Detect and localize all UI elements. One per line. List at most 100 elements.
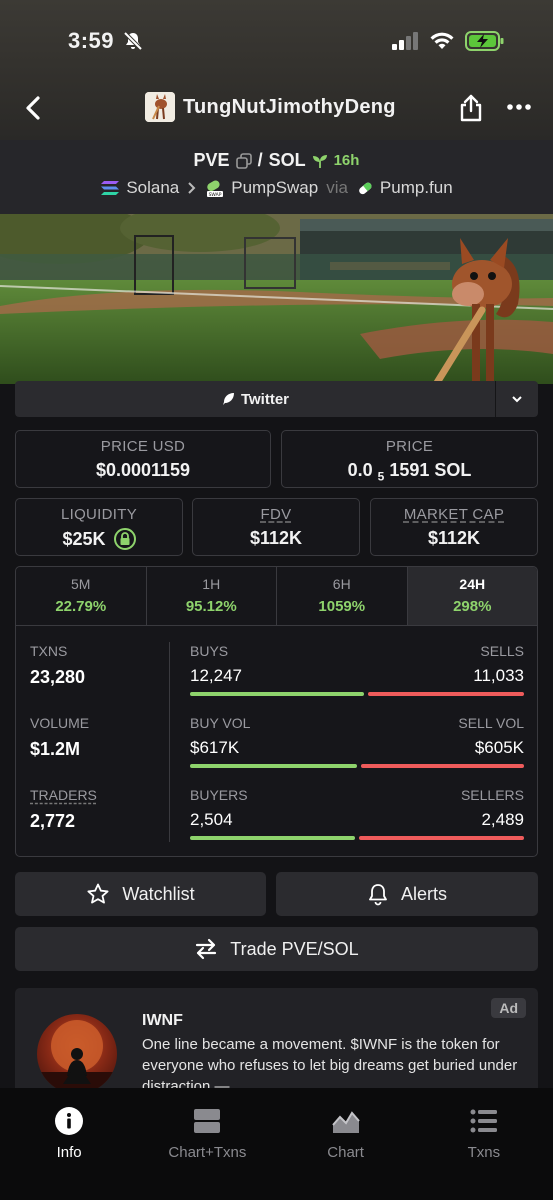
seedling-icon (312, 154, 327, 168)
baseball-field-squirrel-image (0, 214, 553, 384)
alerts-label: Alerts (400, 883, 447, 904)
battery-charging-icon (465, 31, 504, 51)
sell-vol-bar (361, 764, 524, 768)
pumpswap-icon[interactable]: SWAP (205, 178, 225, 198)
volume-stat: VOLUME $1.2M (30, 715, 89, 760)
tab-6h[interactable]: 6H 1059% (277, 567, 408, 625)
price-native-label: PRICE (385, 438, 434, 455)
base-symbol: PVE (193, 150, 230, 170)
dex-name[interactable]: PumpSwap (231, 178, 318, 198)
status-indicators (391, 30, 505, 52)
price-native-zeros: 5 (377, 469, 385, 484)
tab-5m[interactable]: 5M 22.79% (16, 567, 147, 625)
pair-separator: / (257, 150, 263, 170)
more-options-icon[interactable] (506, 97, 532, 117)
share-icon[interactable] (458, 94, 484, 122)
market-cap-value: $112K (427, 528, 481, 548)
moon-silhouette-image (37, 1020, 117, 1094)
period-name: 24H (459, 576, 486, 592)
launchpad-name[interactable]: Pump.fun (380, 178, 453, 198)
market-cap-card: MARKET CAP $112K (370, 498, 538, 556)
period-change: 95.12% (185, 598, 237, 615)
liquidity-value: $25K (62, 528, 106, 549)
period-change: 22.79% (55, 598, 107, 615)
buys-sells-bar (190, 692, 524, 696)
signal-icon (392, 32, 418, 50)
buyers-label: BUYERS (190, 787, 248, 803)
bell-muted-icon (123, 31, 143, 51)
stats-divider (169, 642, 170, 842)
sellers-label: SELLERS (460, 787, 524, 803)
chevron-down-icon (512, 396, 522, 403)
pair-age: 16h (333, 152, 360, 169)
txns-value: 23,280 (30, 667, 86, 687)
nav-txns[interactable]: Txns (415, 1088, 553, 1200)
chain-name[interactable]: Solana (126, 178, 179, 198)
nav-chart-txns-label: Chart+Txns (168, 1144, 247, 1161)
buys-label: BUYS (190, 643, 229, 659)
traders-value: 2,772 (30, 811, 76, 831)
ad-badge: Ad (491, 998, 526, 1018)
bottom-navigation: Info Chart+Txns Chart Txns (0, 1088, 553, 1200)
token-header: TungNutJimothyDeng (145, 92, 396, 122)
buy-sell-volume-split: BUY VOL SELL VOL $617K $605K (190, 715, 524, 768)
back-chevron-icon[interactable] (20, 94, 48, 122)
fdv-card: FDV $112K (192, 498, 360, 556)
token-name: TungNutJimothyDeng (183, 95, 396, 118)
nav-chart-txns[interactable]: Chart+Txns (138, 1088, 276, 1200)
sell-vol-label: SELL VOL (458, 715, 524, 731)
nav-chart-label: Chart (327, 1144, 364, 1161)
sells-label: SELLS (480, 643, 524, 659)
period-name: 5M (71, 576, 91, 592)
svg-text:SWAP: SWAP (209, 192, 222, 198)
volume-label: VOLUME (30, 715, 90, 731)
solana-icon[interactable] (100, 180, 120, 196)
sells-value: 11,033 (473, 666, 524, 685)
price-native-digits: 1591 SOL (389, 460, 472, 480)
buy-vol-bar (190, 764, 357, 768)
tab-1h[interactable]: 1H 95.12% (147, 567, 277, 625)
liquidity-card: LIQUIDITY $25K (15, 498, 183, 556)
liquidity-row: $25K (16, 528, 182, 550)
period-name: 1H (202, 576, 221, 592)
buy-vol-value: $617K (190, 738, 240, 757)
txns-label: TXNS (30, 643, 68, 659)
traders-label: TRADERS (30, 787, 97, 803)
pair-title: PVE / SOL 16h (0, 150, 553, 171)
token-banner (0, 214, 553, 384)
trade-label: Trade PVE/SOL (230, 938, 359, 959)
period-name: 6H (332, 576, 351, 592)
buys-value: 12,247 (190, 666, 242, 685)
buys-bar (190, 692, 364, 696)
social-dropdown[interactable] (495, 381, 538, 417)
top-header: 3:59 TungNutJimothyDeng (0, 0, 553, 140)
lock-icon[interactable] (113, 528, 136, 550)
watchlist-button[interactable]: Watchlist (15, 872, 266, 916)
buyers-sellers-split: BUYERS SELLERS 2,504 2,489 (190, 787, 524, 840)
sellers-fill (359, 836, 524, 840)
bell-icon (369, 884, 387, 906)
chart-txns-icon (194, 1109, 221, 1133)
wifi-icon (430, 32, 454, 49)
price-usd-value: $0.0001159 (95, 460, 191, 480)
volume-bar (190, 764, 524, 768)
twitter-link[interactable]: Twitter (15, 391, 495, 408)
buyers-bar (190, 836, 524, 840)
pumpfun-icon[interactable] (356, 179, 374, 197)
tab-24h[interactable]: 24H 298% (407, 567, 537, 625)
copy-icon[interactable] (235, 152, 252, 169)
traders-stat: TRADERS 2,772 (30, 787, 97, 832)
nav-info-label: Info (56, 1144, 82, 1161)
trade-button[interactable]: Trade PVE/SOL (15, 927, 538, 971)
chevron-right-icon (188, 182, 196, 194)
star-icon (87, 883, 109, 904)
sellers-value: 2,489 (481, 810, 524, 829)
alerts-button[interactable]: Alerts (276, 872, 538, 916)
price-usd-label: PRICE USD (100, 438, 186, 455)
nav-chart[interactable]: Chart (277, 1088, 415, 1200)
nav-txns-label: Txns (467, 1144, 501, 1161)
price-native-value: 0.0 5 1591 SOL (282, 460, 537, 484)
nav-info[interactable]: Info (0, 1088, 138, 1200)
info-icon (55, 1107, 84, 1135)
squirrel-avatar-icon (145, 92, 175, 122)
